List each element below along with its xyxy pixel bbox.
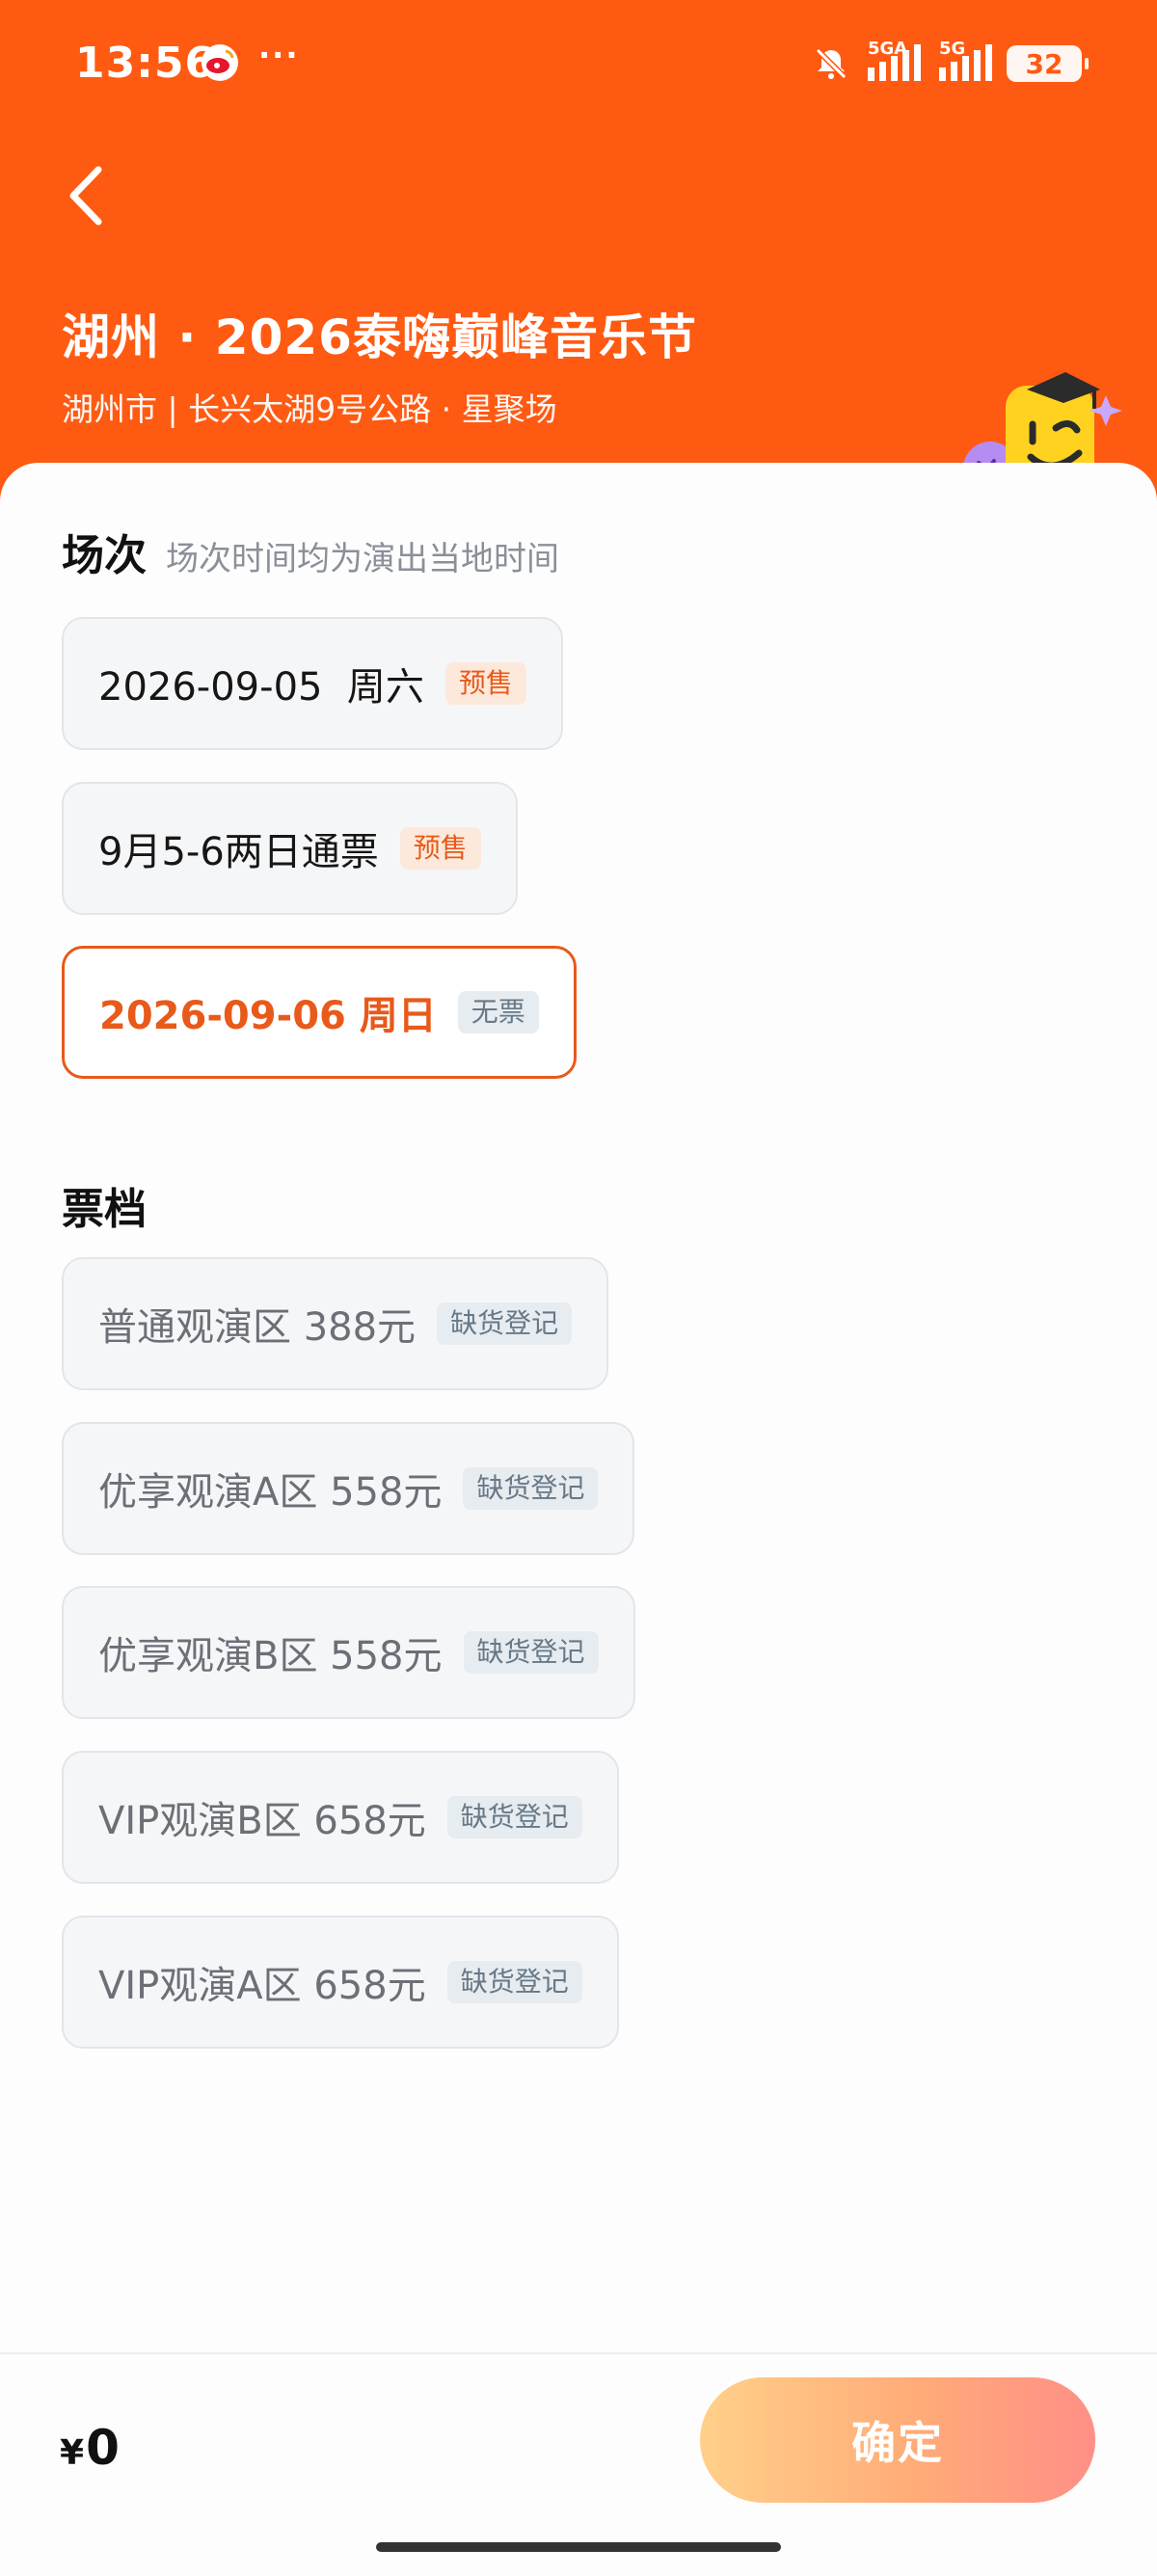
waitlist-tag: 缺货登记: [463, 1631, 599, 1674]
session-option-0905[interactable]: 2026-09-05 周六 预售: [62, 617, 563, 750]
waitlist-tag: 缺货登记: [463, 1467, 599, 1510]
session-label: 9月5-6两日通票: [98, 830, 379, 874]
total-price: ¥0: [60, 2420, 120, 2476]
home-indicator[interactable]: [376, 2542, 781, 2552]
waitlist-tag: 缺货登记: [437, 1302, 573, 1345]
session-option-0906[interactable]: 2026-09-06 周日 无票: [62, 946, 577, 1079]
presale-tag: 预售: [399, 827, 481, 870]
ticket-label: 优享观演B区 558元: [98, 1634, 443, 1678]
ticket-label: VIP观演A区 658元: [98, 1964, 426, 2008]
ticket-option-vip-b[interactable]: VIP观演B区 658元 缺货登记: [62, 1751, 619, 1884]
status-time: 13:56: [75, 39, 216, 88]
confirm-button[interactable]: 确定: [700, 2377, 1095, 2503]
weibo-icon: [202, 44, 238, 81]
price-value: 0: [86, 2420, 120, 2476]
back-arrow-icon[interactable]: [62, 162, 110, 229]
session-section-note: 场次时间均为演出当地时间: [166, 540, 559, 578]
waitlist-tag: 缺货登记: [446, 1796, 582, 1838]
battery-icon: 32: [1007, 45, 1089, 82]
session-section-title: 场次: [62, 531, 147, 580]
ticket-label: 普通观演区 388元: [98, 1305, 417, 1350]
ticket-section-header: 票档: [62, 1174, 147, 1236]
waitlist-tag: 缺货登记: [446, 1961, 582, 2003]
ticket-label: VIP观演B区 658元: [98, 1799, 426, 1843]
signal-icon: 5GA: [864, 39, 922, 83]
signal-icon-2: 5G: [935, 39, 993, 83]
session-section-header: 场次 场次时间均为演出当地时间: [62, 521, 559, 582]
ticket-option-standard[interactable]: 普通观演区 388元 缺货登记: [62, 1257, 609, 1390]
venue-subtitle: 湖州市 | 长兴太湖9号公路 · 星聚场: [62, 390, 557, 428]
ticket-option-premium-a[interactable]: 优享观演A区 558元 缺货登记: [62, 1422, 635, 1555]
session-option-two-day-pass[interactable]: 9月5-6两日通票 预售: [62, 782, 518, 915]
mute-icon: [815, 47, 848, 80]
ticket-section-title: 票档: [62, 1185, 147, 1234]
session-label: 2026-09-06 周日: [99, 994, 437, 1038]
sold-out-tag: 无票: [457, 991, 539, 1033]
header: 13:56 ··· 5GA 5G 32 湖州 · 2026泰嗨巅峰音乐节 湖州市…: [0, 0, 1157, 501]
status-bar: 13:56 ··· 5GA 5G 32: [0, 0, 1157, 125]
more-dots-icon: ···: [258, 37, 300, 73]
status-icons: 5GA 5G 32: [812, 39, 1089, 83]
presale-tag: 预售: [444, 662, 526, 705]
currency-symbol: ¥: [60, 2433, 85, 2473]
ticket-option-vip-a[interactable]: VIP观演A区 658元 缺货登记: [62, 1916, 619, 2049]
ticket-label: 优享观演A区 558元: [98, 1470, 443, 1515]
session-label: 2026-09-05 周六: [98, 665, 424, 710]
ticket-option-premium-b[interactable]: 优享观演B区 558元 缺货登记: [62, 1586, 635, 1719]
page-title: 湖州 · 2026泰嗨巅峰音乐节: [62, 309, 697, 365]
